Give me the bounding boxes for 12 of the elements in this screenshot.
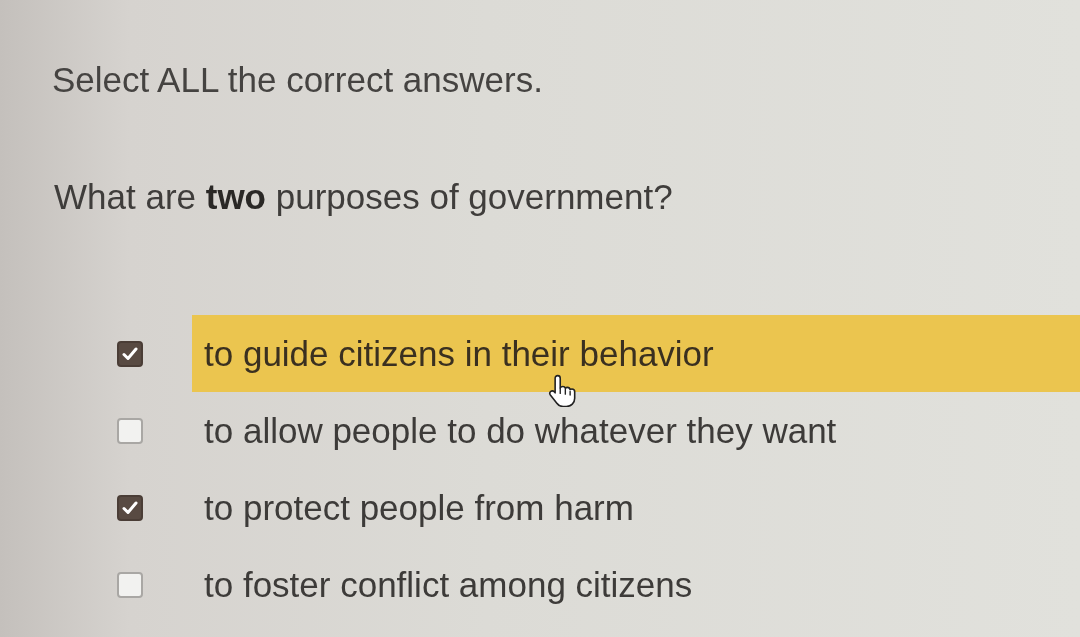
instruction-text: Select ALL the correct answers. <box>52 60 544 100</box>
answer-option[interactable]: to foster conflict among citizens <box>192 546 1080 623</box>
checkbox[interactable] <box>117 571 143 598</box>
checkbox[interactable] <box>117 417 143 444</box>
checkmark-icon <box>122 500 138 515</box>
question-text: What are two purposes of government? <box>54 177 674 217</box>
answer-option[interactable]: to protect people from harm <box>192 469 1080 546</box>
checkmark-icon <box>122 346 138 361</box>
checkbox[interactable] <box>117 340 143 367</box>
hand-pointer-icon <box>548 373 578 407</box>
answer-option[interactable]: to allow people to do whatever they want <box>192 392 1080 469</box>
checkbox[interactable] <box>117 494 143 521</box>
